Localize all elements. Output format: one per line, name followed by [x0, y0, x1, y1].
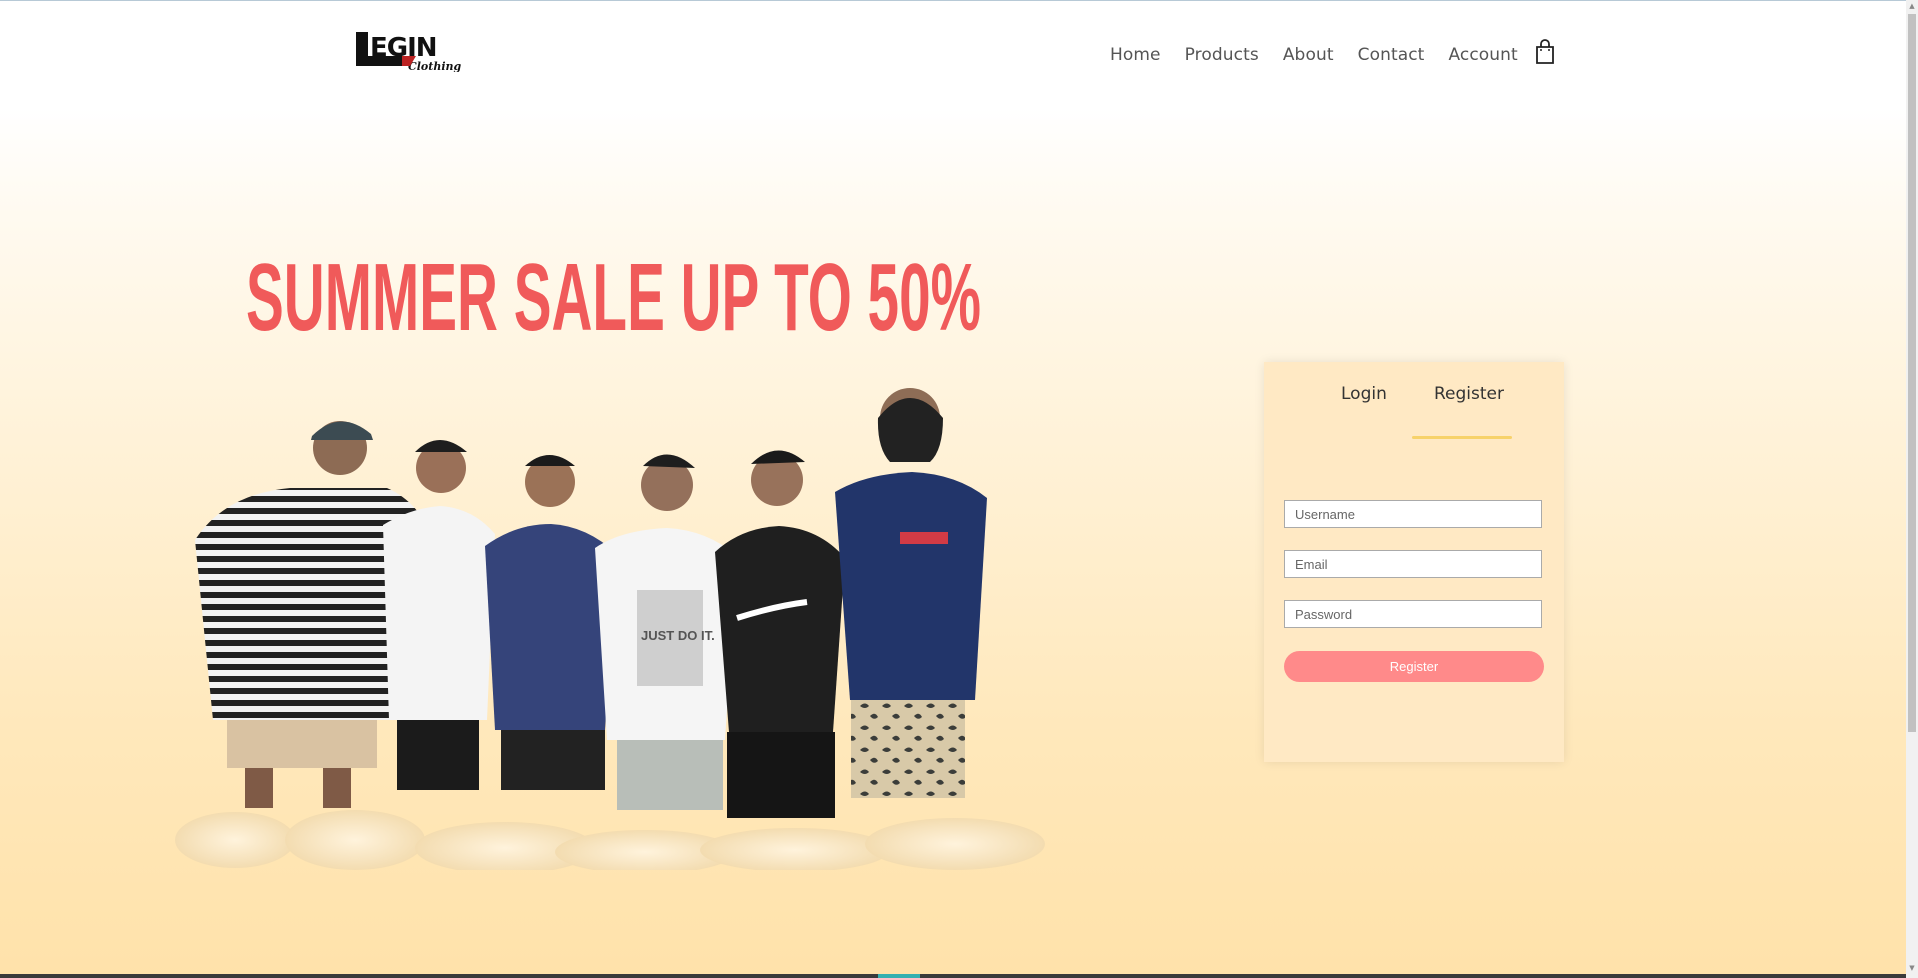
vertical-scrollbar[interactable]: ▲ ▼: [1906, 0, 1918, 978]
register-button[interactable]: Register: [1284, 651, 1544, 682]
shirt-print-text: JUST DO IT.: [641, 628, 715, 643]
person-5: [715, 450, 845, 818]
nav-home[interactable]: Home: [1110, 44, 1161, 66]
svg-text:Clothing: Clothing: [408, 60, 462, 72]
scroll-up-arrow-icon[interactable]: ▲: [1906, 0, 1918, 12]
person-6: [835, 388, 987, 798]
tab-login[interactable]: Login: [1341, 384, 1387, 404]
nav-account[interactable]: Account: [1448, 44, 1517, 66]
bottom-accent-line: [878, 974, 920, 978]
bottom-taskbar-edge: [0, 974, 1906, 978]
person-4: JUST DO IT.: [595, 454, 737, 810]
tab-register[interactable]: Register: [1434, 384, 1504, 404]
hero-headline-text: SUMMER SALE UP TO 50%: [246, 248, 981, 348]
email-input[interactable]: [1284, 550, 1542, 578]
main-nav: Home Products About Contact Account: [1110, 44, 1542, 66]
password-input[interactable]: [1284, 600, 1542, 628]
person-3: [485, 455, 617, 790]
auth-panel: Login Register Register: [1264, 362, 1564, 762]
auth-tabs: Login Register: [1264, 384, 1564, 439]
active-tab-indicator: [1412, 436, 1512, 439]
hero-image: JUST DO IT.: [175, 388, 1045, 870]
person-2: [383, 440, 495, 790]
navbar: EGIN Clothing Home Products About Contac…: [0, 0, 1906, 110]
nav-contact[interactable]: Contact: [1358, 44, 1425, 66]
scroll-down-arrow-icon[interactable]: ▼: [1906, 962, 1918, 974]
nav-products[interactable]: Products: [1185, 44, 1259, 66]
scrollbar-thumb[interactable]: [1908, 14, 1916, 732]
nav-about[interactable]: About: [1283, 44, 1334, 66]
brand-logo[interactable]: EGIN Clothing: [356, 30, 466, 72]
hero-headline: SUMMER SALE UP TO 50%: [246, 248, 981, 348]
shopping-bag-icon[interactable]: [1534, 39, 1556, 65]
cloud-bank: [175, 810, 1045, 870]
username-input[interactable]: [1284, 500, 1542, 528]
